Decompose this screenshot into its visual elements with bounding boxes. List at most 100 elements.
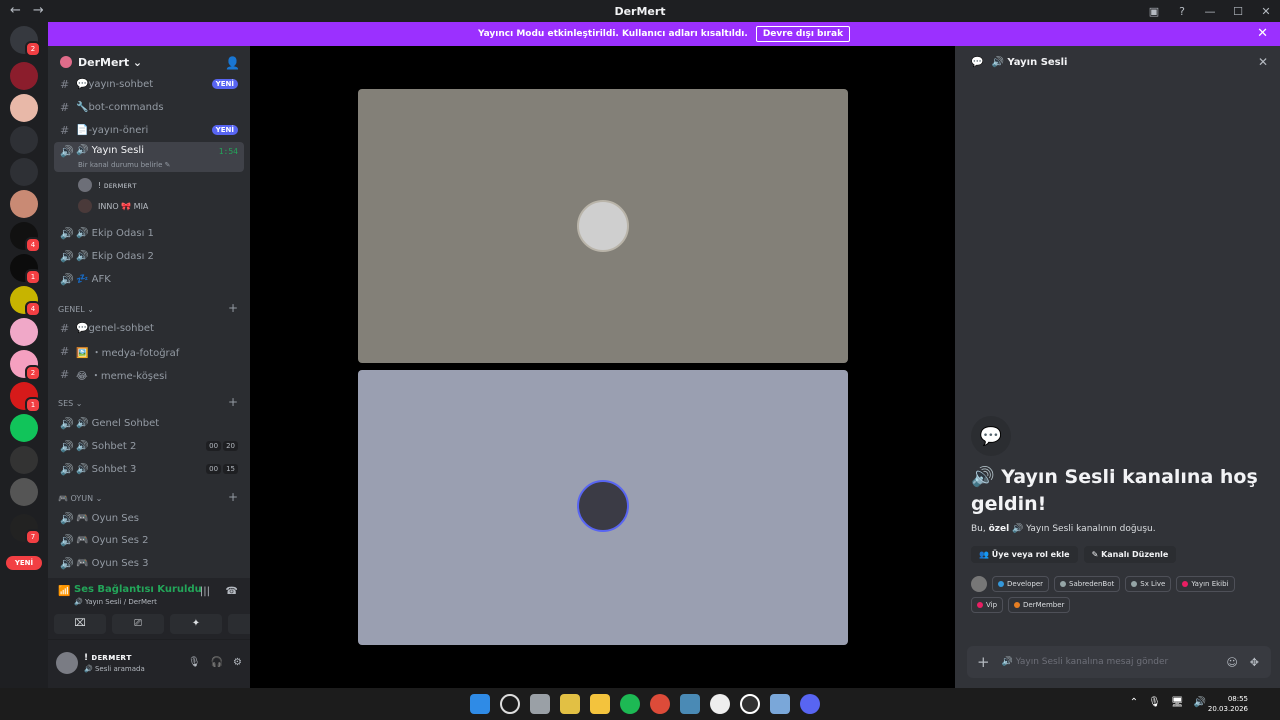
invite-icon[interactable]: 👤 (225, 56, 240, 70)
server-icon[interactable] (10, 158, 38, 186)
server-icon[interactable] (10, 414, 38, 442)
voice-channel[interactable]: 🔊 🔊 Ekip Odası 2 (54, 246, 244, 266)
user-status: 🔊 Sesli aramada (84, 665, 145, 673)
voice-channel[interactable]: 🔊 🔊 Ekip Odası 1 (54, 223, 244, 243)
volume-icon[interactable]: 🔊 (1194, 697, 1206, 708)
banner-close-icon[interactable]: ✕ (1257, 26, 1268, 41)
server-icon[interactable]: 2 (10, 350, 41, 381)
attach-plus-icon[interactable]: + (977, 653, 990, 671)
voice-channel[interactable]: 🔊 🔊 Genel Sohbet (54, 413, 244, 433)
server-icon[interactable] (10, 94, 38, 122)
search-icon[interactable] (500, 694, 520, 714)
file-explorer-icon[interactable] (590, 694, 610, 714)
microphone-icon[interactable]: 🎙 (1148, 697, 1161, 708)
app-icon[interactable] (710, 694, 730, 714)
gear-icon[interactable]: ⚙ (233, 657, 242, 668)
server-icon[interactable] (10, 126, 38, 154)
channel-status[interactable]: Bir kanal durumu belirle ✎ (78, 161, 171, 169)
chrome-icon[interactable] (650, 694, 670, 714)
role-tag[interactable]: Developer (992, 576, 1050, 592)
server-icon[interactable]: 1 (10, 382, 41, 413)
participant-tile[interactable] (358, 89, 848, 363)
server-icon[interactable]: 1 (10, 254, 41, 285)
add-member-button[interactable]: 👥 Üye veya rol ekle (971, 546, 1078, 563)
role-tag[interactable]: Sx Live (1125, 576, 1172, 592)
screen-share-icon[interactable]: ⎚ (112, 614, 164, 634)
category-ses[interactable]: SES ⌄ (58, 399, 82, 408)
avatar (78, 199, 92, 213)
add-channel-icon[interactable]: + (228, 301, 238, 315)
microphone-icon[interactable]: 🎙 (188, 657, 201, 668)
role-tag[interactable]: SabredenBot (1054, 576, 1121, 592)
role-color-dot (1060, 581, 1067, 587)
discord-icon[interactable] (800, 694, 820, 714)
server-icon[interactable] (10, 318, 38, 346)
channel-item[interactable]: # 💬yayın-sohbet YENİ (54, 74, 244, 94)
minimize-icon[interactable]: — (1196, 5, 1224, 18)
disable-streamer-mode-button[interactable]: Devre dışı bırak (755, 26, 851, 42)
server-icon[interactable]: 4 (10, 222, 41, 253)
voice-channel[interactable]: 🔊 🎮 Oyun Ses 3 (54, 553, 244, 573)
camera-icon[interactable]: ⌧ (54, 614, 106, 634)
message-input[interactable]: + 🔊 Yayın Sesli kanalına mesaj gönder ☺ … (967, 646, 1271, 678)
voice-channel[interactable]: 🔊 🔊 Sohbet 2 00 20 (54, 436, 244, 456)
help-icon[interactable]: ? (1168, 5, 1196, 18)
app-icon[interactable] (770, 694, 790, 714)
noise-suppression-icon[interactable]: ||| (200, 586, 210, 597)
close-icon[interactable]: ✕ (1258, 55, 1268, 69)
voice-location[interactable]: 🔊 Yayın Sesli / DerMert (74, 598, 157, 606)
channel-item[interactable]: # 🔧bot-commands (54, 97, 244, 117)
speaker-icon: 🔊 (60, 439, 74, 453)
windows-start-icon[interactable] (470, 694, 490, 714)
role-tag[interactable]: Yayın Ekibi (1176, 576, 1235, 592)
signal-icon[interactable]: 📶 (58, 586, 70, 597)
home-icon[interactable]: 2 (10, 26, 41, 57)
role-tag[interactable]: DerMember (1008, 597, 1071, 613)
server-icon[interactable] (10, 478, 38, 506)
add-channel-icon[interactable]: + (228, 395, 238, 409)
category-oyun[interactable]: 🎮 OYUN ⌄ (58, 494, 102, 503)
channel-item[interactable]: # 🖼️ ・medya-fotoğraf (54, 341, 244, 361)
voice-status[interactable]: Ses Bağlantısı Kuruldu (56, 584, 202, 595)
maximize-icon[interactable]: ☐ (1224, 5, 1252, 18)
hash-icon: # (60, 344, 70, 358)
emoji-icon[interactable]: ☺ (1226, 656, 1237, 669)
voice-user[interactable]: ! ᴅᴇʀᴍᴇʀᴛ (78, 176, 137, 194)
voice-channel[interactable]: 🔊 💤 AFK (54, 269, 244, 289)
spotify-icon[interactable] (620, 694, 640, 714)
add-channel-icon[interactable]: + (228, 490, 238, 504)
clock[interactable]: 08:55 20.03.2026 (1208, 694, 1248, 714)
disconnect-icon[interactable]: ☎ (226, 586, 238, 597)
server-icon[interactable] (10, 190, 38, 218)
channel-item[interactable]: # 💬genel-sohbet (54, 318, 244, 338)
server-icon[interactable] (10, 62, 38, 90)
participant-tile[interactable] (358, 370, 848, 645)
server-icon[interactable] (10, 446, 38, 474)
category-genel[interactable]: GENEL ⌄ (58, 305, 94, 314)
network-icon[interactable]: 🖥 (1171, 697, 1184, 708)
voice-channel[interactable]: 🔊 🎮 Oyun Ses 2 (54, 530, 244, 550)
username[interactable]: ! ᴅᴇʀᴍᴇʀᴛ (84, 653, 132, 663)
app-icon[interactable] (680, 694, 700, 714)
new-unreads-pill[interactable]: YENİ (6, 556, 42, 570)
server-icon[interactable]: 4 (10, 286, 41, 317)
role-tag[interactable]: Vip (971, 597, 1004, 613)
edit-channel-button[interactable]: ✎ Kanalı Düzenle (1083, 546, 1177, 563)
voice-channel[interactable]: 🔊 🔊 Sohbet 3 00 15 (54, 459, 244, 479)
chevron-up-icon[interactable]: ⌃ (1130, 697, 1138, 708)
task-view-icon[interactable] (530, 694, 550, 714)
voice-channel[interactable]: 🔊 🎮 Oyun Ses (54, 508, 244, 528)
inbox-icon[interactable]: ▣ (1140, 5, 1168, 18)
channel-item[interactable]: # 📄-yayın-öneri YENİ (54, 120, 244, 140)
close-window-icon[interactable]: ✕ (1252, 5, 1280, 18)
activities-icon[interactable]: ✦ (170, 614, 222, 634)
active-voice-channel[interactable]: 🔊 🔊 Yayın Sesli Bir kanal durumu belirle… (54, 142, 244, 172)
server-icon[interactable]: 7 (10, 514, 41, 545)
store-icon[interactable] (560, 694, 580, 714)
voice-user[interactable]: INNO 🎀 MIA (78, 197, 148, 215)
headphones-icon[interactable]: 🎧 (211, 657, 223, 668)
avatar[interactable] (56, 652, 78, 674)
obs-icon[interactable] (740, 694, 760, 714)
apps-icon[interactable]: ✥ (1250, 656, 1259, 669)
channel-item[interactable]: # 😂 ・meme-köşesi (54, 364, 244, 384)
